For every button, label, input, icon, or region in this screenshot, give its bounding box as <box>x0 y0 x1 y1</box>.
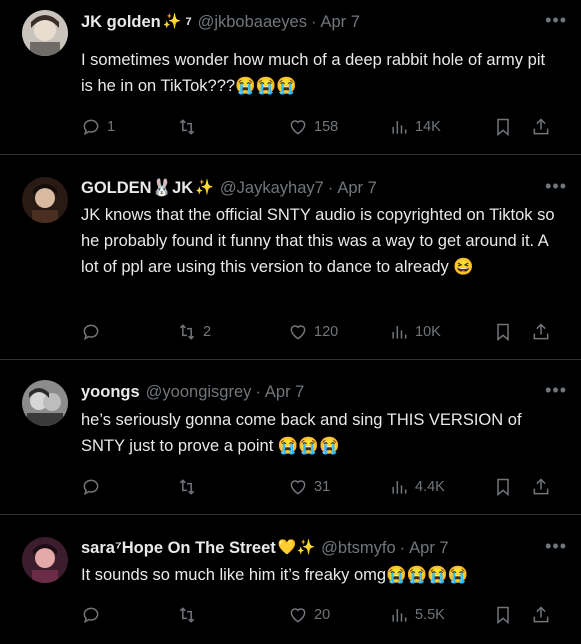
reply-count: 1 <box>107 119 116 135</box>
display-name[interactable]: yoongs <box>81 382 140 402</box>
tweet-actions: 31 4.4K <box>81 477 561 501</box>
repost-button[interactable] <box>177 477 203 497</box>
avatar[interactable] <box>22 177 68 223</box>
avatar[interactable] <box>22 537 68 583</box>
reply-button[interactable] <box>81 605 107 625</box>
repost-icon <box>179 607 195 623</box>
display-name[interactable]: GOLDEN🐰JK <box>81 178 193 198</box>
separator-dot: · <box>327 179 334 197</box>
tweet-text: JK knows that the official SNTY audio is… <box>81 206 555 276</box>
tweet-date[interactable]: Apr 7 <box>320 12 359 32</box>
share-button[interactable] <box>531 477 551 497</box>
tweet-text: It sounds so much like him it’s freaky o… <box>81 566 469 584</box>
tweet-date[interactable]: Apr 7 <box>265 382 304 402</box>
tweet-date[interactable]: Apr 7 <box>409 538 448 558</box>
share-button[interactable] <box>531 322 551 342</box>
like-button[interactable]: 158 <box>288 117 338 137</box>
reply-button[interactable] <box>81 477 107 497</box>
views-button[interactable]: 5.5K <box>389 605 445 625</box>
like-icon <box>290 608 306 623</box>
like-count: 31 <box>314 479 331 495</box>
share-icon <box>533 118 549 135</box>
separator-dot: · <box>310 13 317 31</box>
views-icon <box>392 121 407 134</box>
view-count: 10K <box>415 324 441 340</box>
tweet-text: he’s seriously gonna come back and sing … <box>81 411 522 455</box>
repost-count: 2 <box>203 324 212 340</box>
repost-button[interactable]: 2 <box>177 322 211 342</box>
user-handle[interactable]: @yoongisgrey <box>146 382 252 402</box>
reply-icon <box>83 479 99 496</box>
like-icon <box>290 325 306 340</box>
user-handle[interactable]: @Jaykayhay7 <box>220 178 324 198</box>
repost-button[interactable] <box>177 605 203 625</box>
view-count: 14K <box>415 119 441 135</box>
repost-icon <box>179 479 195 495</box>
repost-icon <box>179 324 195 340</box>
yellow-heart-sparkles-emoji: 💛✨ <box>277 539 316 556</box>
views-button[interactable]: 14K <box>389 117 441 137</box>
more-icon[interactable]: ••• <box>545 536 567 556</box>
tweet[interactable]: GOLDEN🐰JK ✨ @Jaykayhay7 · Apr 7 ••• JK k… <box>0 155 581 360</box>
reply-button[interactable] <box>81 322 107 342</box>
bookmark-button[interactable] <box>493 322 513 342</box>
views-icon <box>392 609 407 622</box>
bookmark-button[interactable] <box>493 605 513 625</box>
like-button[interactable]: 120 <box>288 322 338 342</box>
bookmark-icon <box>497 606 509 625</box>
more-icon[interactable]: ••• <box>545 10 567 30</box>
bookmark-icon <box>497 323 509 342</box>
bookmark-button[interactable] <box>493 477 513 497</box>
timeline-feed: JK golden ✨ 7 @jkbobaaeyes · Apr 7 ••• I… <box>0 0 581 644</box>
like-count: 120 <box>314 324 339 340</box>
views-button[interactable]: 10K <box>389 322 441 342</box>
more-icon[interactable]: ••• <box>545 380 567 400</box>
tweet[interactable]: sara⁷Hope On The Street 💛✨ @btsmyfo · Ap… <box>0 515 581 644</box>
tweet-actions: 20 5.5K <box>81 605 561 629</box>
separator-dot: · <box>399 539 406 557</box>
like-icon <box>290 480 306 495</box>
share-icon <box>533 323 549 340</box>
avatar[interactable] <box>22 380 68 426</box>
reply-icon <box>83 324 99 341</box>
view-count: 4.4K <box>415 479 445 495</box>
like-count: 20 <box>314 607 331 623</box>
share-button[interactable] <box>531 117 551 137</box>
tweet-actions: 1 158 14K <box>81 117 561 141</box>
bookmark-icon <box>497 118 509 137</box>
sparkles-emoji: ✨ <box>195 179 214 196</box>
like-button[interactable]: 20 <box>288 605 330 625</box>
name-superscript: 7 <box>185 16 192 28</box>
more-icon[interactable]: ••• <box>545 176 567 196</box>
tweet-date[interactable]: Apr 7 <box>337 178 376 198</box>
reply-icon <box>83 607 99 624</box>
display-name[interactable]: JK golden <box>81 12 161 32</box>
display-name[interactable]: sara⁷Hope On The Street <box>81 538 276 558</box>
like-count: 158 <box>314 119 339 135</box>
tweet-text: I sometimes wonder how much of a deep ra… <box>81 51 546 95</box>
avatar[interactable] <box>22 10 68 56</box>
view-count: 5.5K <box>415 607 445 623</box>
bookmark-icon <box>497 478 509 497</box>
like-icon <box>290 120 306 135</box>
user-handle[interactable]: @btsmyfo <box>321 538 396 558</box>
share-button[interactable] <box>531 605 551 625</box>
reply-button[interactable]: 1 <box>81 117 115 137</box>
sparkles-emoji: ✨ <box>162 13 182 30</box>
like-button[interactable]: 31 <box>288 477 330 497</box>
repost-button[interactable] <box>177 117 203 137</box>
bookmark-button[interactable] <box>493 117 513 137</box>
tweet[interactable]: yoongs @yoongisgrey · Apr 7 ••• he’s ser… <box>0 360 581 515</box>
views-icon <box>392 481 407 494</box>
reply-icon <box>83 119 99 136</box>
separator-dot: · <box>255 383 261 401</box>
share-icon <box>533 478 549 495</box>
repost-icon <box>179 119 195 135</box>
views-icon <box>392 326 407 339</box>
share-icon <box>533 606 549 623</box>
user-handle[interactable]: @jkbobaaeyes <box>198 12 307 32</box>
views-button[interactable]: 4.4K <box>389 477 445 497</box>
tweet-actions: 2 120 10K <box>81 322 561 346</box>
tweet[interactable]: JK golden ✨ 7 @jkbobaaeyes · Apr 7 ••• I… <box>0 0 581 155</box>
